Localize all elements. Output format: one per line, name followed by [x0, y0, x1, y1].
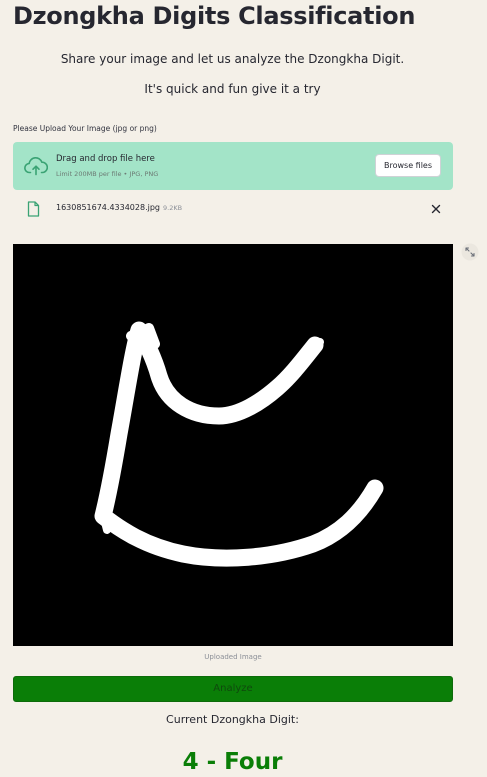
- dropzone-instruction: Drag and drop file here: [56, 154, 155, 164]
- handwritten-digit-image: [13, 244, 453, 646]
- file-dropzone[interactable]: Drag and drop file here Limit 200MB per …: [13, 142, 453, 190]
- dropzone-limit-text: Limit 200MB per file • JPG, PNG: [56, 170, 159, 178]
- upload-label: Please Upload Your Image (jpg or png): [13, 124, 157, 133]
- file-icon: [27, 201, 40, 217]
- subtitle-intro: Share your image and let us analyze the …: [60, 52, 405, 66]
- app-page: Dzongkha Digits Classification Share you…: [0, 0, 487, 777]
- analyze-button[interactable]: Analyze: [13, 676, 453, 702]
- subtitle-tagline: It's quick and fun give it a try: [144, 82, 321, 96]
- cloud-upload-icon: [24, 157, 48, 176]
- page-title: Dzongkha Digits Classification: [13, 2, 416, 30]
- fullscreen-expand-icon[interactable]: [461, 243, 479, 261]
- result-value: 4 - Four: [182, 749, 283, 775]
- uploaded-file-size: 9.2KB: [163, 204, 183, 212]
- uploaded-file-name: 1630851674.4334028.jpg: [56, 203, 160, 212]
- image-caption: Uploaded Image: [204, 653, 262, 661]
- browse-files-button[interactable]: Browse files: [375, 154, 441, 177]
- uploaded-image: [13, 244, 453, 646]
- close-icon[interactable]: [429, 202, 443, 216]
- uploaded-file-row: 1630851674.4334028.jpg 9.2KB: [13, 198, 453, 220]
- result-label: Current Dzongkha Digit:: [166, 713, 299, 726]
